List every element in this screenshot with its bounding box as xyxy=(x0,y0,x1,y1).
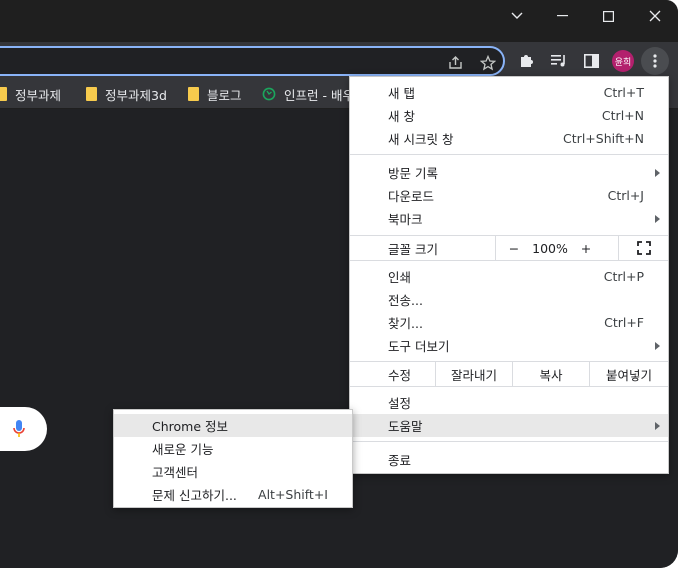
inflearn-icon xyxy=(262,87,276,101)
zoom-out-button[interactable]: − xyxy=(496,236,532,260)
fullscreen-button[interactable] xyxy=(619,236,668,260)
submenu-arrow-icon xyxy=(655,214,660,223)
side-panel-icon[interactable] xyxy=(577,47,605,75)
submenu-report-issue[interactable]: 문제 신고하기... Alt+Shift+I xyxy=(114,483,352,506)
menu-history[interactable]: 방문 기록 xyxy=(350,161,668,184)
bookmark-star-icon[interactable] xyxy=(478,54,498,72)
menu-print[interactable]: 인쇄 Ctrl+P xyxy=(350,265,668,288)
menu-divider xyxy=(350,441,668,442)
close-icon[interactable] xyxy=(632,0,678,32)
menu-divider xyxy=(350,154,668,155)
copy-button[interactable]: 복사 xyxy=(513,362,589,386)
bookmark-inflearn[interactable]: 인프런 - 배우 xyxy=(262,83,354,105)
menu-new-tab[interactable]: 새 탭 Ctrl+T xyxy=(350,81,668,104)
tab-search-icon[interactable] xyxy=(494,0,540,32)
share-icon[interactable] xyxy=(446,54,466,72)
bookmark-label: 정부과제 xyxy=(15,87,62,103)
menu-exit[interactable]: 종료 xyxy=(350,448,668,471)
maximize-icon[interactable] xyxy=(585,0,631,32)
folder-icon xyxy=(0,87,7,101)
menu-bookmarks[interactable]: 북마크 xyxy=(350,207,668,230)
zoom-in-button[interactable]: + xyxy=(568,236,604,260)
profile-avatar[interactable]: 윤희 xyxy=(612,50,634,72)
submenu-about-chrome[interactable]: Chrome 정보 xyxy=(114,414,352,437)
menu-more-tools[interactable]: 도구 더보기 xyxy=(350,334,668,357)
help-submenu: Chrome 정보 새로운 기능 고객센터 문제 신고하기... Alt+Shi… xyxy=(113,409,353,508)
zoom-level: 100% xyxy=(532,240,568,256)
submenu-arrow-icon xyxy=(655,341,660,350)
menu-new-window[interactable]: 새 창 Ctrl+N xyxy=(350,104,668,127)
bookmark-folder-정부과제[interactable]: 정부과제 xyxy=(0,83,61,105)
menu-divider xyxy=(350,260,668,261)
fullscreen-icon xyxy=(636,241,651,255)
folder-icon xyxy=(86,87,97,101)
menu-divider xyxy=(350,386,668,387)
menu-find[interactable]: 찾기... Ctrl+F xyxy=(350,311,668,334)
toolbar xyxy=(0,42,678,79)
submenu-arrow-icon xyxy=(655,421,660,430)
folder-icon xyxy=(188,87,199,101)
microphone-icon[interactable] xyxy=(12,418,26,440)
chrome-menu-button[interactable] xyxy=(641,47,669,75)
bookmark-label: 정부과제3d xyxy=(105,87,167,103)
browser-window: 윤희 정부과제 정부과제3d 블로그 인프런 - 배우 새 탭 Ctrl+T 새… xyxy=(0,0,678,568)
chrome-menu: 새 탭 Ctrl+T 새 창 Ctrl+N 새 시크릿 창 Ctrl+Shift… xyxy=(349,76,669,474)
three-dots-vertical-icon xyxy=(653,54,657,68)
media-queue-icon[interactable] xyxy=(545,47,573,75)
menu-new-incognito-window[interactable]: 새 시크릿 창 Ctrl+Shift+N xyxy=(350,127,668,150)
submenu-help-center[interactable]: 고객센터 xyxy=(114,460,352,483)
bookmark-label: 인프런 - 배우 xyxy=(284,87,354,103)
submenu-whats-new[interactable]: 새로운 기능 xyxy=(114,437,352,460)
menu-settings[interactable]: 설정 xyxy=(350,391,668,414)
bookmark-label: 블로그 xyxy=(207,87,242,103)
menu-help[interactable]: 도움말 xyxy=(350,414,668,437)
extensions-puzzle-icon[interactable] xyxy=(512,47,540,75)
bookmark-folder-블로그[interactable]: 블로그 xyxy=(188,83,242,105)
minimize-icon[interactable] xyxy=(539,0,585,32)
menu-cast[interactable]: 전송... xyxy=(350,288,668,311)
submenu-arrow-icon xyxy=(655,168,660,177)
paste-button[interactable]: 붙여넣기 xyxy=(590,362,668,386)
address-bar[interactable] xyxy=(0,46,505,76)
cut-button[interactable]: 잘라내기 xyxy=(436,362,512,386)
menu-downloads[interactable]: 다운로드 Ctrl+J xyxy=(350,184,668,207)
title-bar xyxy=(0,0,678,42)
bookmark-folder-정부과제3d[interactable]: 정부과제3d xyxy=(86,83,167,105)
